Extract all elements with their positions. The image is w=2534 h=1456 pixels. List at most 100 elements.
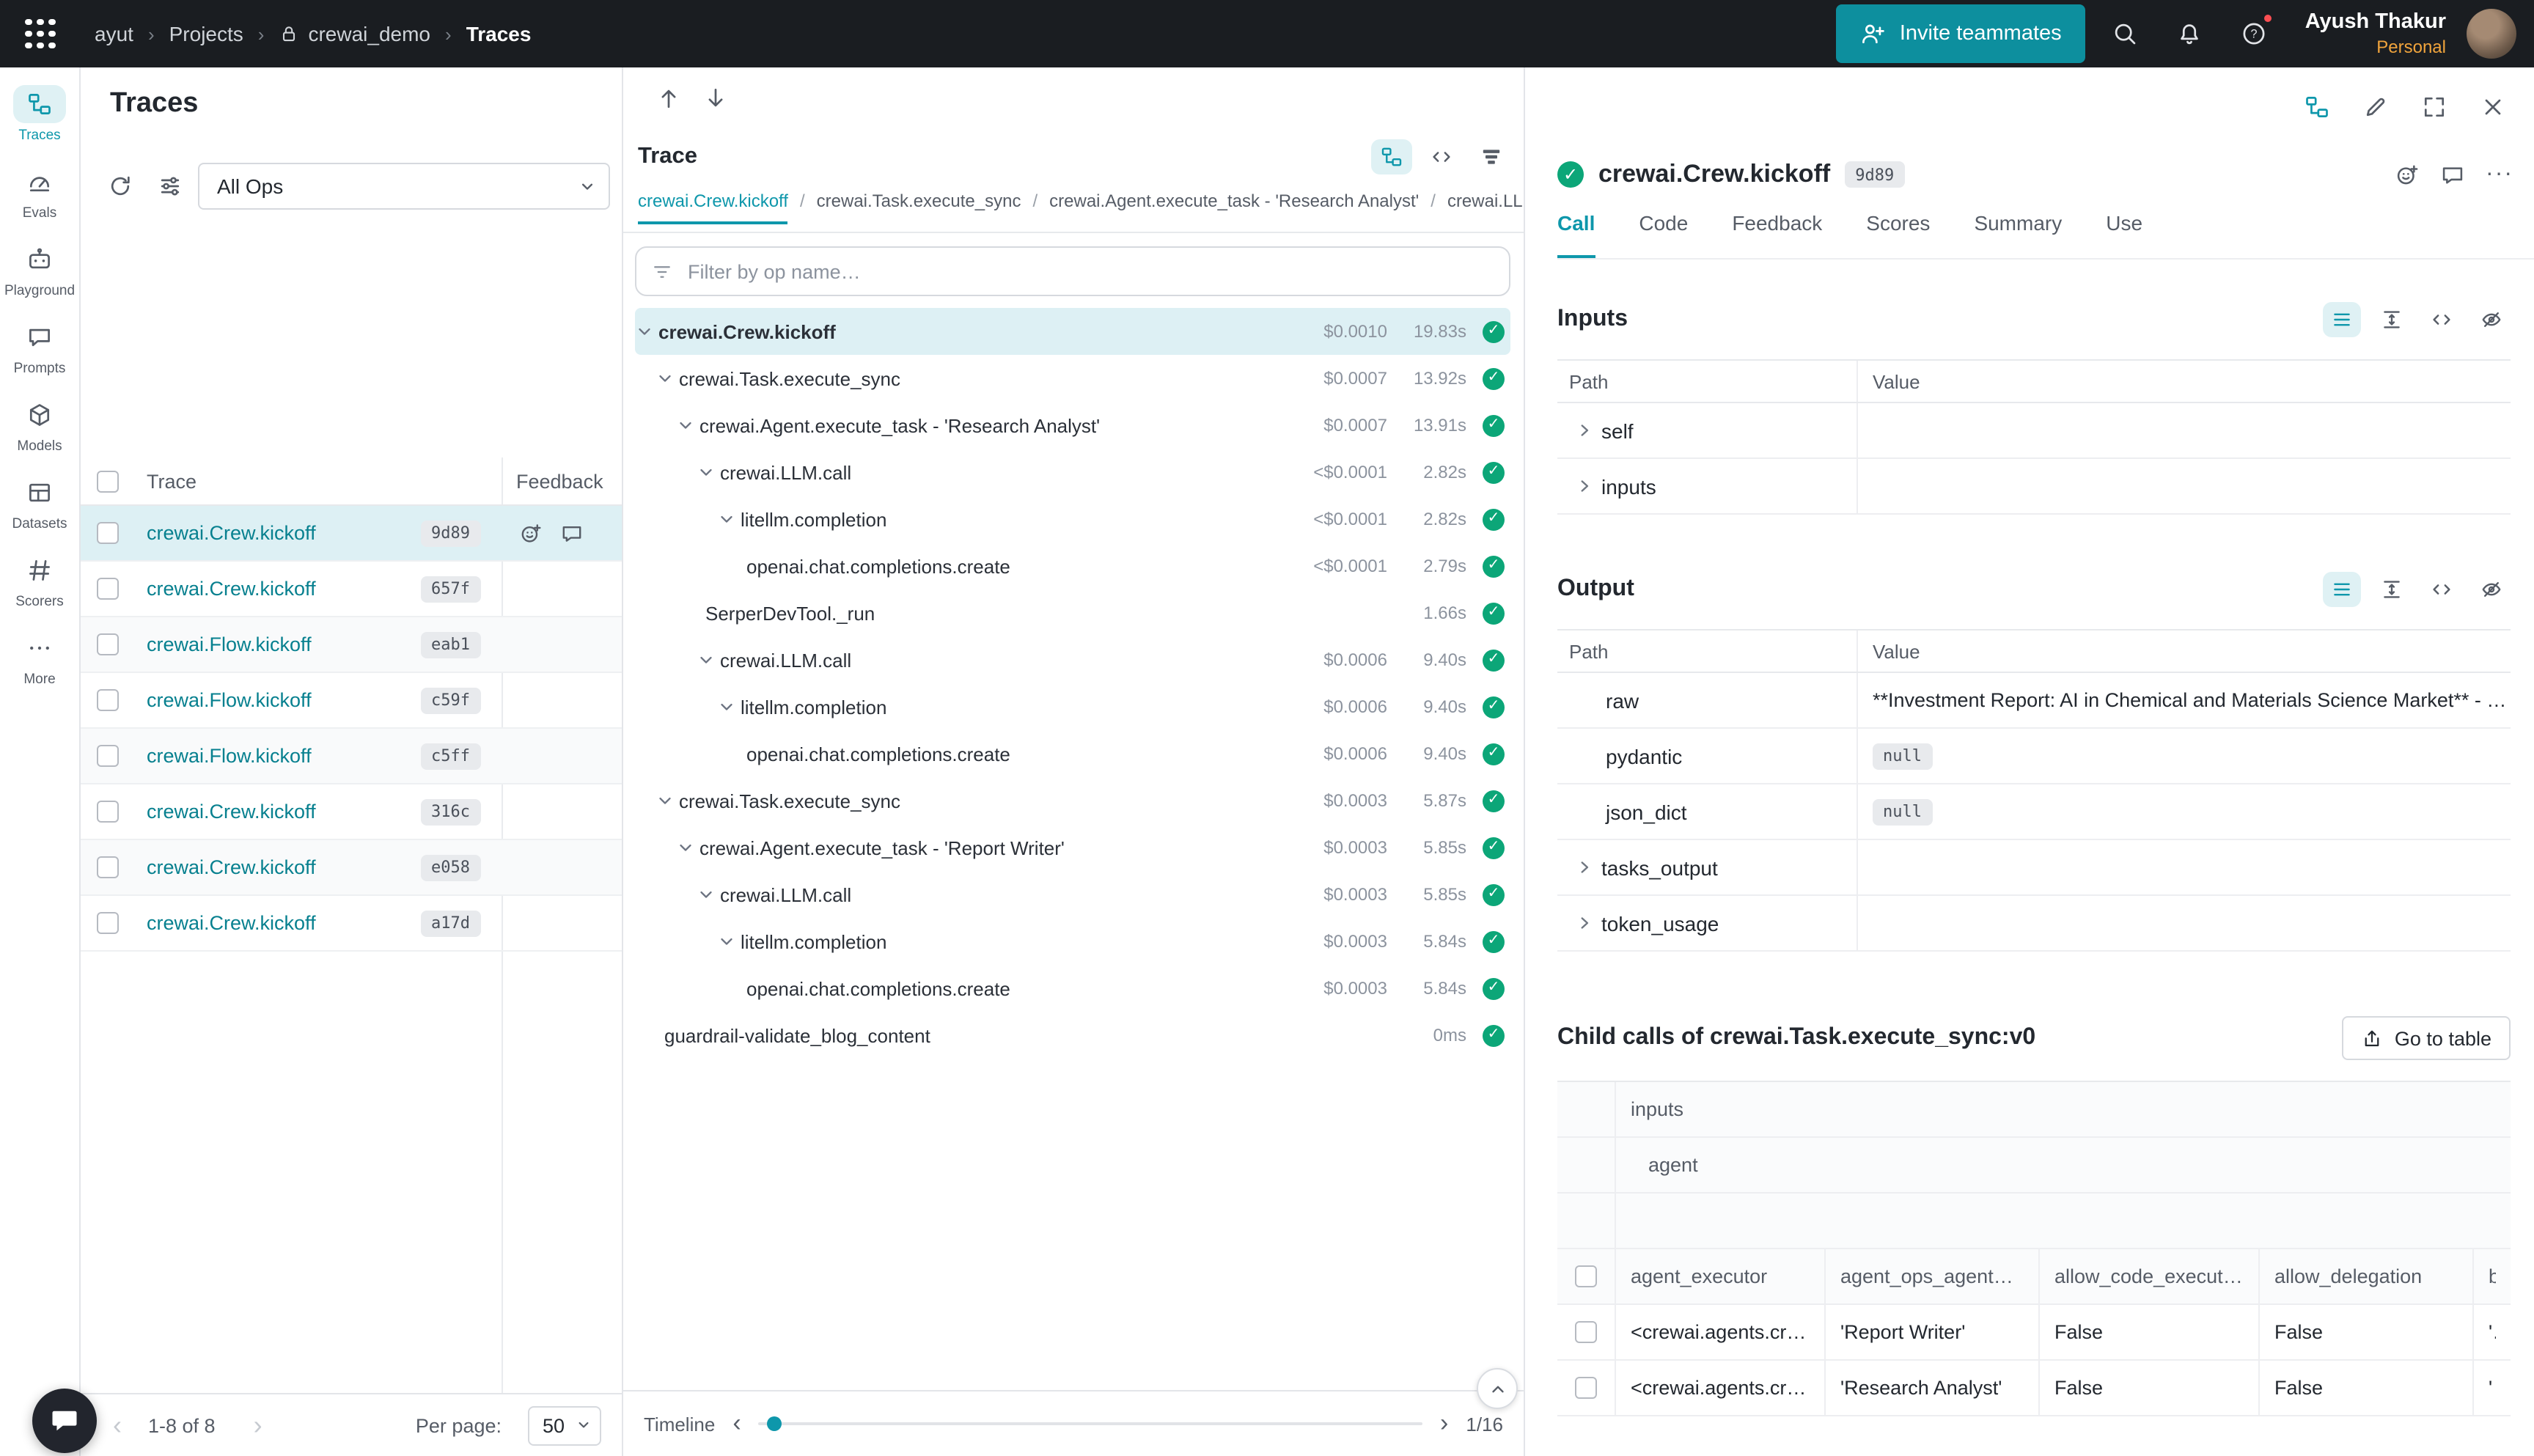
comment-icon[interactable]: [2440, 162, 2465, 187]
edit-icon[interactable]: [2355, 88, 2396, 126]
search-icon[interactable]: [2100, 9, 2150, 59]
attribute-row[interactable]: pydanticnull: [1557, 729, 2511, 784]
comment-icon[interactable]: [560, 521, 584, 545]
trace-tree-row[interactable]: crewai.Agent.execute_task - 'Report Writ…: [635, 824, 1510, 871]
invite-teammates-button[interactable]: Invite teammates: [1837, 4, 2085, 63]
fullscreen-icon[interactable]: [2414, 88, 2455, 126]
select-all-checkbox[interactable]: [1575, 1265, 1597, 1287]
chevron-down-icon[interactable]: [676, 838, 699, 857]
attribute-row[interactable]: inputs: [1557, 459, 2511, 515]
row-checkbox[interactable]: [97, 745, 119, 767]
attribute-row[interactable]: tasks_output: [1557, 840, 2511, 896]
tab-feedback[interactable]: Feedback: [1732, 211, 1822, 258]
eye-off-icon[interactable]: [2472, 302, 2511, 337]
list-view-icon[interactable]: [2323, 572, 2361, 607]
tree-view-icon[interactable]: [1371, 139, 1412, 174]
trace-tree-row[interactable]: crewai.Agent.execute_task - 'Research An…: [635, 402, 1510, 449]
row-checkbox[interactable]: [1575, 1377, 1597, 1399]
tab-call[interactable]: Call: [1557, 211, 1595, 258]
row-checkbox[interactable]: [1575, 1321, 1597, 1343]
chevron-down-icon[interactable]: [697, 463, 720, 482]
trace-path-tab[interactable]: crewai.LLM.cal: [1447, 191, 1524, 224]
trace-row[interactable]: crewai.Crew.kickoffe058: [81, 840, 622, 896]
ops-filter-select[interactable]: All Ops: [198, 163, 610, 210]
tab-summary[interactable]: Summary: [1974, 211, 2062, 258]
trace-tree-row[interactable]: litellm.completion<$0.00012.82s✓: [635, 496, 1510, 543]
sidebar-item-prompts[interactable]: Prompts: [0, 318, 79, 377]
trace-tree-row[interactable]: litellm.completion$0.00069.40s✓: [635, 683, 1510, 730]
trace-row[interactable]: crewai.Flow.kickoffc59f: [81, 673, 622, 729]
expand-rows-icon[interactable]: [2373, 572, 2411, 607]
breadcrumb-projects[interactable]: Projects: [169, 22, 243, 45]
trace-row[interactable]: crewai.Crew.kickoff316c: [81, 784, 622, 840]
sidebar-item-more[interactable]: More: [0, 629, 79, 688]
trace-tree-row[interactable]: guardrail-validate_blog_content0ms✓: [635, 1012, 1510, 1059]
timeline-slider[interactable]: [759, 1422, 1422, 1425]
row-checkbox[interactable]: [97, 689, 119, 711]
trace-name-link[interactable]: crewai.Flow.kickoff: [147, 633, 312, 655]
row-checkbox[interactable]: [97, 801, 119, 823]
chevron-down-icon[interactable]: [717, 697, 741, 716]
trace-name-link[interactable]: crewai.Crew.kickoff: [147, 912, 316, 934]
timeline-next-icon[interactable]: ›: [1440, 1409, 1448, 1438]
wandb-logo-icon[interactable]: [21, 15, 59, 54]
trace-name-link[interactable]: crewai.Flow.kickoff: [147, 689, 312, 711]
trace-tree-row[interactable]: litellm.completion$0.00035.84s✓: [635, 918, 1510, 965]
tab-scores[interactable]: Scores: [1866, 211, 1930, 258]
trace-row[interactable]: crewai.Crew.kickoff9d89: [81, 506, 622, 562]
row-checkbox[interactable]: [97, 578, 119, 600]
chat-widget-button[interactable]: [32, 1389, 97, 1453]
trace-tree-row[interactable]: crewai.LLM.call<$0.00012.82s✓: [635, 449, 1510, 496]
add-reaction-icon[interactable]: [2395, 162, 2420, 187]
filter-columns-icon[interactable]: [148, 164, 192, 208]
trace-tree-row[interactable]: openai.chat.completions.create$0.00035.8…: [635, 965, 1510, 1012]
next-page-icon[interactable]: ›: [254, 1410, 262, 1441]
trace-path-tab[interactable]: crewai.Agent.execute_task - 'Research An…: [1049, 191, 1419, 224]
breadcrumb-project[interactable]: crewai_demo: [279, 22, 430, 45]
attribute-row[interactable]: json_dictnull: [1557, 784, 2511, 840]
child-call-row[interactable]: <crewai.agents.cre…'Research Analyst'Fal…: [1557, 1361, 2511, 1416]
select-all-checkbox[interactable]: [97, 470, 119, 492]
chevron-right-icon[interactable]: [1575, 477, 1594, 496]
chevron-down-icon[interactable]: [697, 885, 720, 904]
add-reaction-icon[interactable]: [519, 521, 543, 545]
collapse-timeline-button[interactable]: [1477, 1368, 1518, 1409]
row-checkbox[interactable]: [97, 633, 119, 655]
chevron-down-icon[interactable]: [717, 932, 741, 951]
op-filter-input[interactable]: [685, 259, 1494, 284]
next-call-icon[interactable]: [702, 85, 729, 111]
prev-page-icon[interactable]: ‹: [113, 1410, 122, 1441]
row-checkbox[interactable]: [97, 912, 119, 934]
timeline-prev-icon[interactable]: ‹: [732, 1409, 741, 1438]
trace-tree-row[interactable]: openai.chat.completions.create<$0.00012.…: [635, 543, 1510, 589]
sidebar-item-datasets[interactable]: Datasets: [0, 474, 79, 532]
trace-name-link[interactable]: crewai.Crew.kickoff: [147, 522, 316, 544]
chevron-right-icon[interactable]: [1575, 913, 1594, 933]
trace-name-link[interactable]: crewai.Crew.kickoff: [147, 578, 316, 600]
more-options-icon[interactable]: ···: [2486, 161, 2513, 188]
trace-tree-row[interactable]: crewai.LLM.call$0.00069.40s✓: [635, 636, 1510, 683]
expand-rows-icon[interactable]: [2373, 302, 2411, 337]
trace-path-tab[interactable]: crewai.Task.execute_sync: [817, 191, 1021, 224]
sidebar-item-evals[interactable]: Evals: [0, 163, 79, 221]
sidebar-item-traces[interactable]: Traces: [0, 85, 79, 144]
notifications-icon[interactable]: [2164, 9, 2214, 59]
per-page-select[interactable]: 50: [528, 1405, 601, 1445]
avatar[interactable]: [2467, 9, 2516, 59]
breadcrumb-team[interactable]: ayut: [95, 22, 133, 45]
tab-use[interactable]: Use: [2106, 211, 2142, 258]
trace-name-link[interactable]: crewai.Crew.kickoff: [147, 801, 316, 823]
go-to-table-button[interactable]: Go to table: [2342, 1016, 2511, 1060]
trace-tree-row[interactable]: SerperDevTool._run1.66s✓: [635, 589, 1510, 636]
trace-row[interactable]: crewai.Crew.kickoffa17d: [81, 896, 622, 952]
prev-call-icon[interactable]: [655, 85, 682, 111]
help-icon[interactable]: ?: [2229, 9, 2279, 59]
chevron-down-icon[interactable]: [676, 416, 699, 435]
child-call-row[interactable]: <crewai.agents.cre…'Report Writer'FalseF…: [1557, 1305, 2511, 1361]
attribute-row[interactable]: raw**Investment Report: AI in Chemical a…: [1557, 673, 2511, 729]
row-checkbox[interactable]: [97, 522, 119, 544]
eye-off-icon[interactable]: [2472, 572, 2511, 607]
trace-tree-row[interactable]: crewai.Task.execute_sync$0.00035.87s✓: [635, 777, 1510, 824]
trace-row[interactable]: crewai.Crew.kickoff657f: [81, 562, 622, 617]
trace-row[interactable]: crewai.Flow.kickoffc5ff: [81, 729, 622, 784]
